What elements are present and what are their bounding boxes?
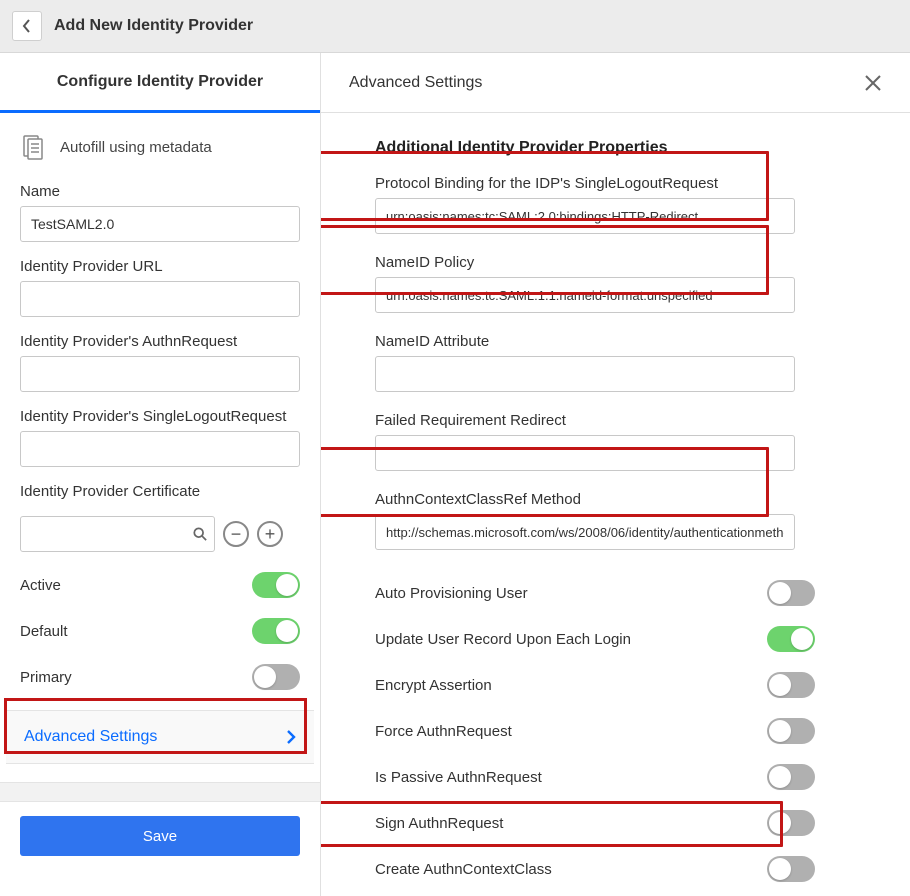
add-cert-button[interactable]: + — [257, 521, 283, 547]
name-field: Name — [0, 175, 320, 250]
left-panel: Configure Identity Provider Autofill usi… — [0, 53, 321, 896]
active-label: Active — [20, 577, 61, 594]
cert-row: − + — [0, 510, 320, 562]
close-icon[interactable] — [864, 74, 882, 92]
sign-authn-row: Sign AuthnRequest — [375, 800, 815, 846]
nameid-attr-field: NameID Attribute — [375, 333, 870, 392]
is-passive-label: Is Passive AuthnRequest — [375, 769, 542, 786]
slo-label: Identity Provider's SingleLogoutRequest — [20, 408, 300, 425]
failed-redirect-field: Failed Requirement Redirect — [375, 412, 870, 471]
section-title: Additional Identity Provider Properties — [375, 139, 870, 157]
name-input[interactable] — [20, 206, 300, 242]
authn-label: Identity Provider's AuthnRequest — [20, 333, 300, 350]
create-ctx-label: Create AuthnContextClass — [375, 861, 552, 878]
name-label: Name — [20, 183, 300, 200]
force-authn-row: Force AuthnRequest — [375, 708, 815, 754]
nameid-attr-label: NameID Attribute — [375, 333, 870, 350]
encrypt-label: Encrypt Assertion — [375, 677, 492, 694]
nameid-policy-field: NameID Policy — [375, 254, 870, 313]
force-authn-toggle[interactable] — [767, 718, 815, 744]
slo-input[interactable] — [20, 431, 300, 467]
nameid-policy-input[interactable] — [375, 277, 795, 313]
url-input[interactable] — [20, 281, 300, 317]
force-authn-label: Force AuthnRequest — [375, 723, 512, 740]
search-icon[interactable] — [193, 527, 207, 541]
cert-input[interactable] — [20, 516, 215, 552]
authn-field: Identity Provider's AuthnRequest — [0, 325, 320, 400]
cert-label: Identity Provider Certificate — [20, 483, 300, 500]
cert-label-wrap: Identity Provider Certificate — [0, 475, 320, 510]
back-button[interactable] — [12, 11, 42, 41]
auto-prov-row: Auto Provisioning User — [375, 570, 815, 616]
autofill-label: Autofill using metadata — [60, 139, 212, 156]
right-header: Advanced Settings — [321, 53, 910, 113]
default-row: Default — [0, 608, 320, 654]
primary-toggle[interactable] — [252, 664, 300, 690]
update-login-toggle[interactable] — [767, 626, 815, 652]
nameid-policy-label: NameID Policy — [375, 254, 870, 271]
authnctx-input[interactable] — [375, 514, 795, 550]
is-passive-row: Is Passive AuthnRequest — [375, 754, 815, 800]
encrypt-row: Encrypt Assertion — [375, 662, 815, 708]
protocol-binding-field: Protocol Binding for the IDP's SingleLog… — [375, 175, 870, 234]
update-login-row: Update User Record Upon Each Login — [375, 616, 815, 662]
divider — [0, 782, 320, 802]
failed-redirect-label: Failed Requirement Redirect — [375, 412, 870, 429]
right-body: Additional Identity Provider Properties … — [321, 113, 910, 896]
auto-prov-toggle[interactable] — [767, 580, 815, 606]
chevron-left-icon — [22, 19, 32, 33]
left-panel-title: Configure Identity Provider — [0, 53, 320, 113]
default-toggle[interactable] — [252, 618, 300, 644]
document-icon — [20, 133, 48, 161]
auto-prov-label: Auto Provisioning User — [375, 585, 528, 602]
advanced-settings-label: Advanced Settings — [24, 728, 157, 746]
failed-redirect-input[interactable] — [375, 435, 795, 471]
right-panel: Advanced Settings Additional Identity Pr… — [321, 53, 910, 896]
is-passive-toggle[interactable] — [767, 764, 815, 790]
url-label: Identity Provider URL — [20, 258, 300, 275]
page-title: Add New Identity Provider — [54, 17, 253, 35]
create-ctx-row: Create AuthnContextClass — [375, 846, 815, 892]
save-button[interactable]: Save — [20, 816, 300, 856]
chevron-right-icon — [286, 729, 296, 745]
protocol-binding-input[interactable] — [375, 198, 795, 234]
sign-authn-label: Sign AuthnRequest — [375, 815, 503, 832]
slo-field: Identity Provider's SingleLogoutRequest — [0, 400, 320, 475]
autofill-row[interactable]: Autofill using metadata — [0, 113, 320, 175]
top-header: Add New Identity Provider — [0, 0, 910, 53]
active-row: Active — [0, 562, 320, 608]
primary-label: Primary — [20, 669, 72, 686]
authnctx-label: AuthnContextClassRef Method — [375, 491, 870, 508]
url-field: Identity Provider URL — [0, 250, 320, 325]
remove-cert-button[interactable]: − — [223, 521, 249, 547]
nameid-attr-input[interactable] — [375, 356, 795, 392]
sign-authn-toggle[interactable] — [767, 810, 815, 836]
default-label: Default — [20, 623, 68, 640]
encrypt-toggle[interactable] — [767, 672, 815, 698]
authnctx-field: AuthnContextClassRef Method — [375, 491, 870, 550]
right-panel-title: Advanced Settings — [349, 74, 482, 92]
authn-input[interactable] — [20, 356, 300, 392]
create-ctx-toggle[interactable] — [767, 856, 815, 882]
primary-row: Primary — [0, 654, 320, 700]
active-toggle[interactable] — [252, 572, 300, 598]
protocol-binding-label: Protocol Binding for the IDP's SingleLog… — [375, 175, 870, 192]
update-login-label: Update User Record Upon Each Login — [375, 631, 631, 648]
advanced-settings-row[interactable]: Advanced Settings — [6, 710, 314, 764]
